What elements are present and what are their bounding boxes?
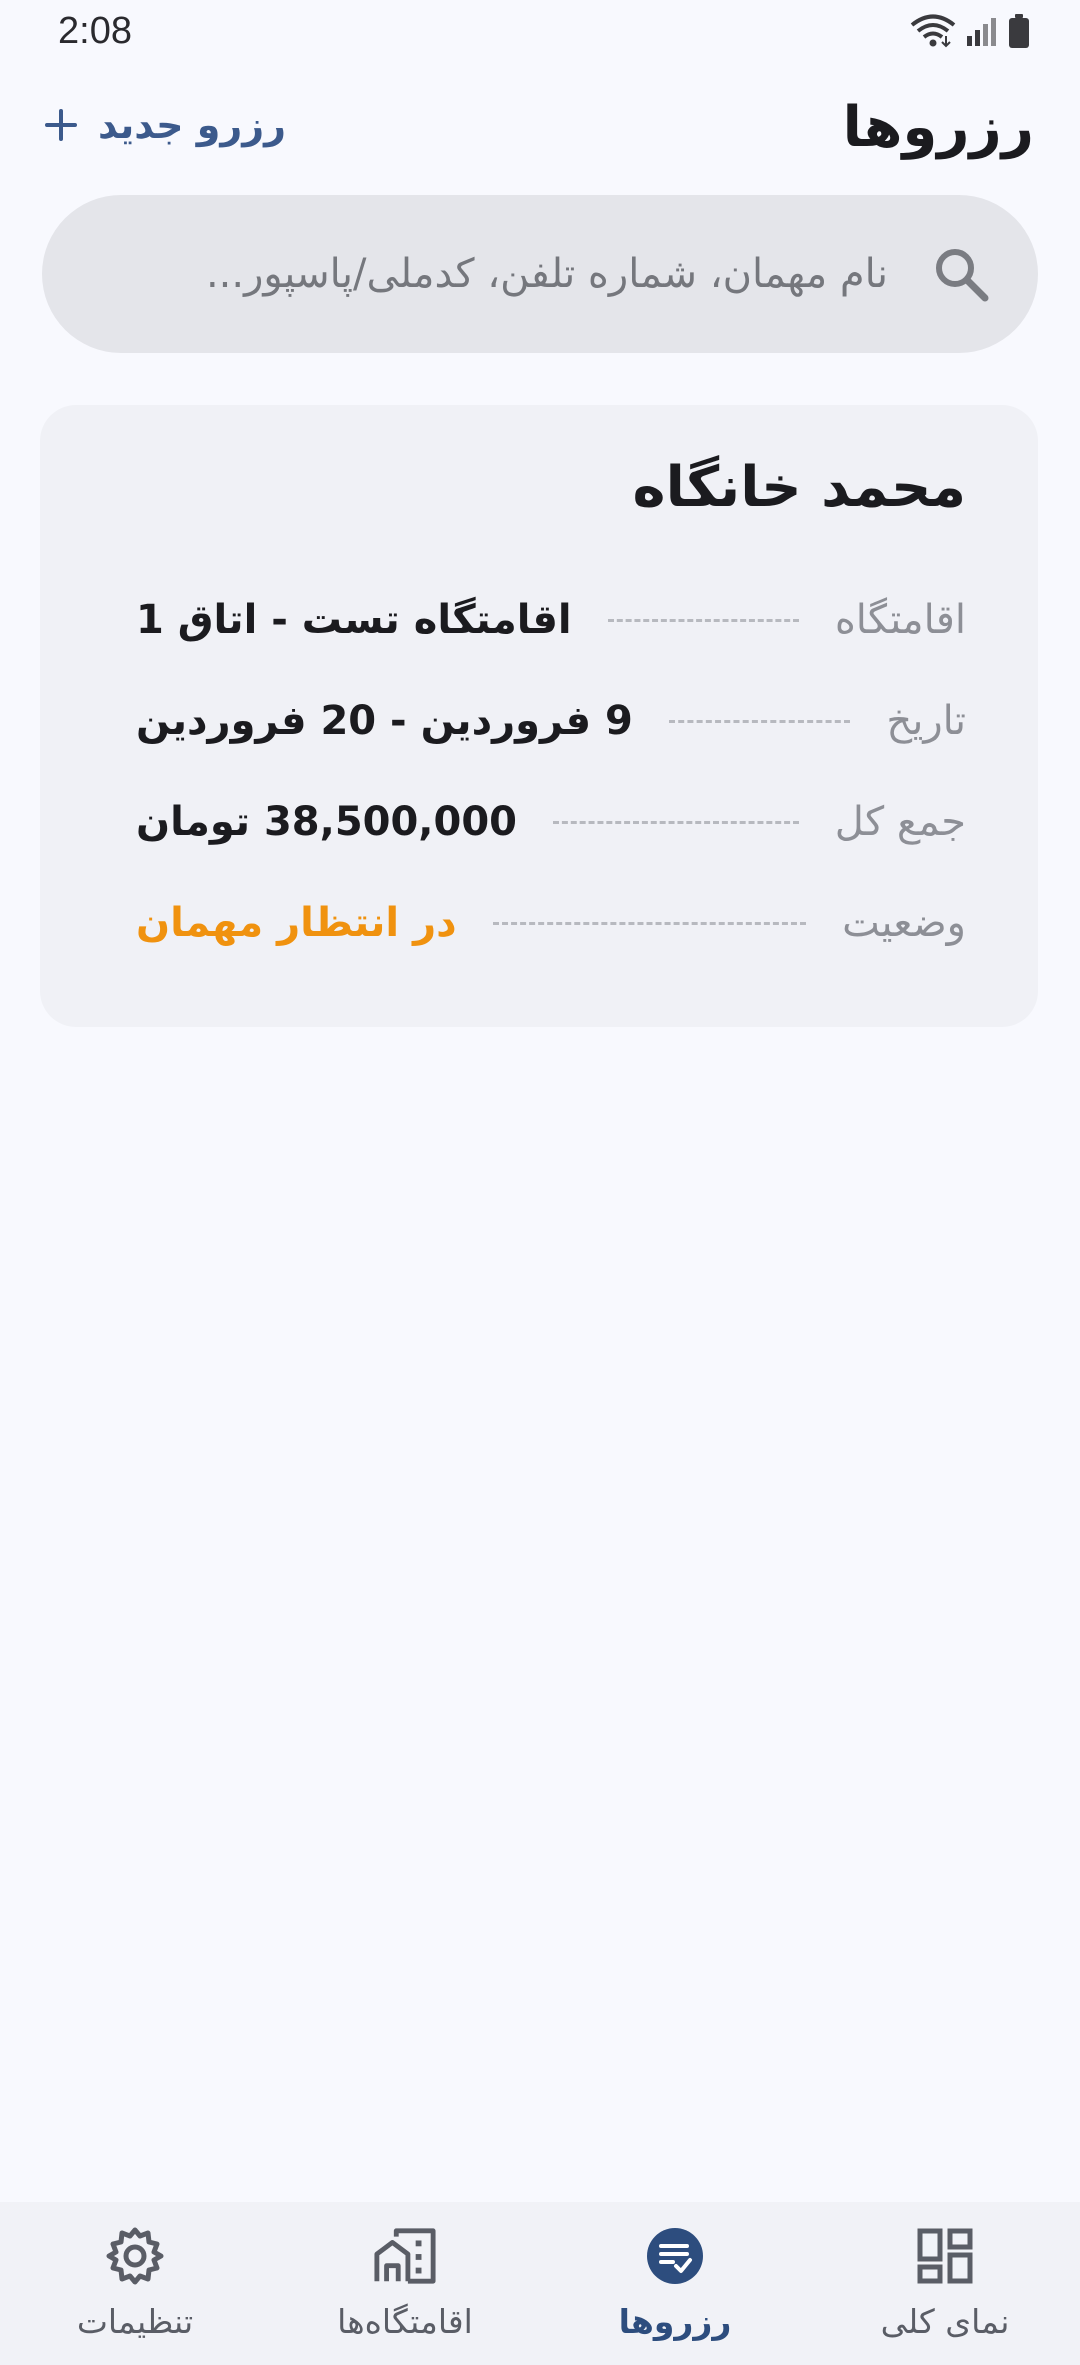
reservations-icon: [647, 2228, 703, 2284]
page-title: رزروها: [842, 95, 1034, 160]
nav-label: تنظیمات: [76, 2302, 194, 2341]
app-header: رزروها رزرو جدید: [0, 85, 1080, 175]
nav-item-reservations[interactable]: رزروها: [540, 2202, 810, 2365]
wifi-icon: [910, 14, 956, 48]
status-bar: 2:08: [0, 0, 1080, 70]
nav-label: نمای کلی: [880, 2302, 1010, 2341]
detail-row-date: تاریخ 9 فروردین - 20 فروردین: [136, 691, 966, 751]
detail-row-total: جمع کل 38,500,000 تومان: [136, 792, 966, 852]
nav-label: اقامتگاه‌ها: [337, 2302, 473, 2341]
status-time: 2:08: [58, 10, 132, 52]
dashed-divider: [668, 719, 851, 723]
search-input[interactable]: [128, 235, 888, 313]
reservation-card[interactable]: محمد خانگاه اقامتگاه اقامتگاه تست - اتاق…: [40, 405, 1038, 1027]
plus-icon: [45, 109, 77, 141]
nav-item-overview[interactable]: نمای کلی: [810, 2202, 1080, 2365]
detail-label: جمع کل: [834, 799, 966, 845]
signal-icon: [967, 18, 996, 46]
status-value: در انتظار مهمان: [136, 900, 457, 946]
detail-value: اقامتگاه تست - اتاق 1: [136, 597, 572, 643]
nav-label: رزروها: [618, 2302, 732, 2341]
status-icons: [910, 14, 1030, 48]
battery-icon: [1009, 14, 1029, 48]
detail-label: وضعیت: [842, 900, 966, 946]
detail-value: 9 فروردین - 20 فروردین: [136, 698, 633, 744]
search-icon: [936, 249, 989, 302]
dashboard-icon: [917, 2228, 973, 2284]
bottom-navigation: تنظیمات اقامتگاه‌ها: [0, 2202, 1080, 2365]
nav-item-properties[interactable]: اقامتگاه‌ها: [270, 2202, 540, 2365]
detail-row-status: وضعیت در انتظار مهمان: [136, 893, 966, 953]
gear-icon: [106, 2227, 164, 2285]
dashed-divider: [607, 618, 799, 622]
detail-value: 38,500,000 تومان: [136, 799, 517, 845]
search-bar[interactable]: [42, 195, 1038, 353]
new-reservation-label: رزرو جدید: [98, 103, 287, 147]
dashed-divider: [553, 820, 799, 824]
building-icon: [374, 2228, 436, 2284]
app-screen: 2:08 رزروها رزرو جدید نام مهمان، شماره ت…: [0, 0, 1080, 2365]
detail-row-property: اقامتگاه اقامتگاه تست - اتاق 1: [136, 590, 966, 650]
guest-name: محمد خانگاه: [632, 455, 966, 520]
detail-label: اقامتگاه: [834, 597, 966, 643]
nav-item-settings[interactable]: تنظیمات: [0, 2202, 270, 2365]
dashed-divider: [492, 921, 807, 925]
detail-label: تاریخ: [886, 698, 966, 744]
new-reservation-button[interactable]: رزرو جدید: [44, 103, 286, 147]
